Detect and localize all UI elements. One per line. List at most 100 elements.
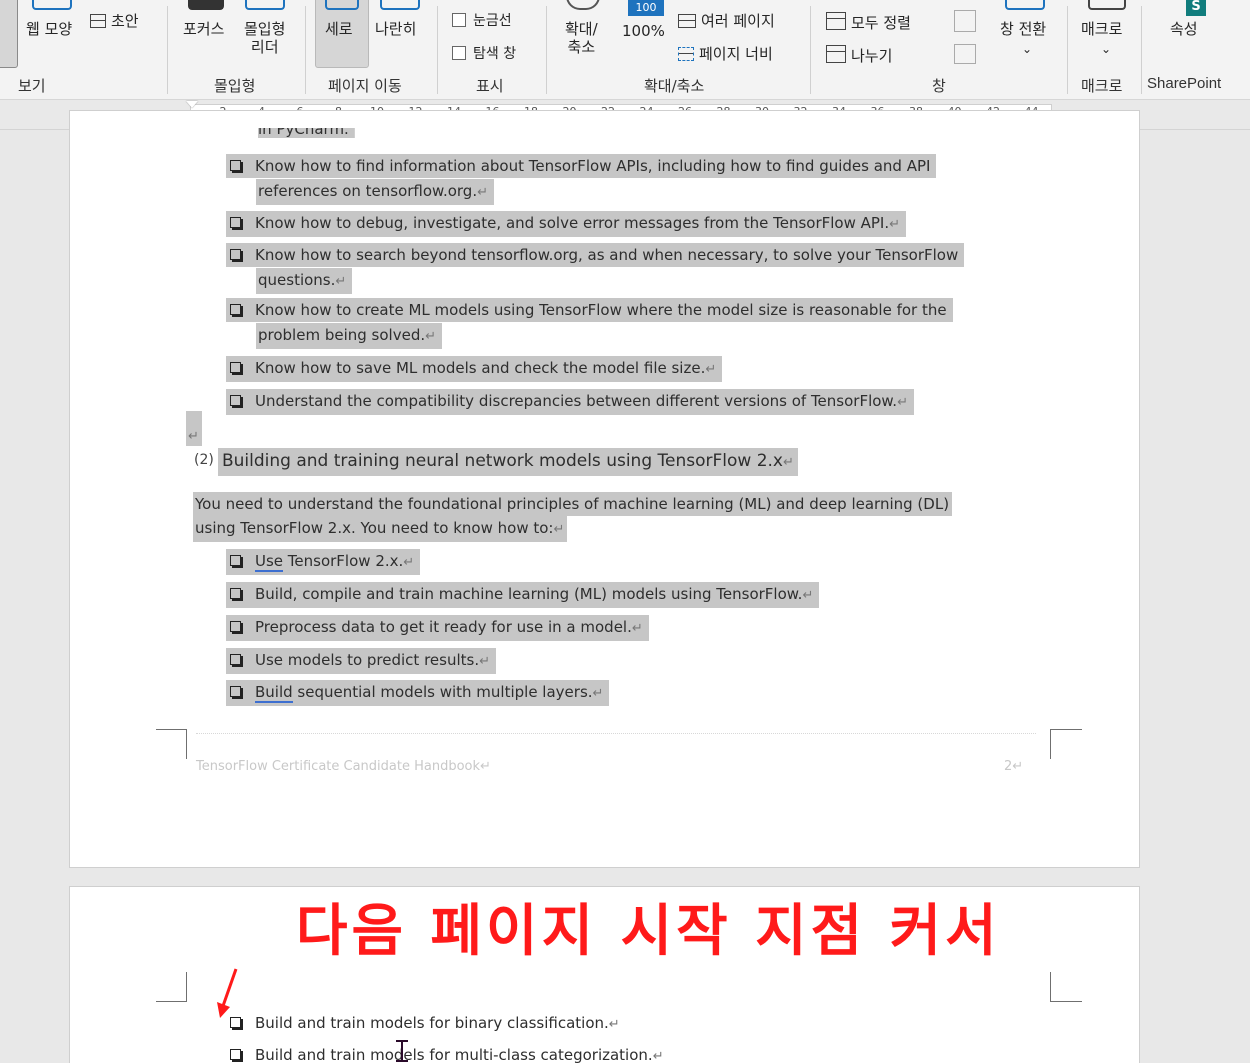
list-item-text: Understand the compatibility discrepanci… (255, 392, 898, 410)
hundred-percent-icon: 100 (628, 0, 664, 16)
window-group-label: 창 (932, 77, 946, 95)
intro-line-2: using TensorFlow 2.x. You need to know h… (193, 516, 568, 542)
text-cursor-icon-bottom (396, 1060, 408, 1062)
draft-icon (90, 14, 106, 28)
paragraph-mark: ↵ (631, 621, 643, 636)
list-item: Know how to find information about Tenso… (226, 154, 937, 178)
split-label: 나누기 (851, 47, 893, 65)
checkbox-bullet-icon (230, 160, 241, 171)
checkbox-bullet-icon (230, 555, 241, 566)
group-divider (167, 6, 168, 94)
checkbox-bullet-icon (230, 621, 241, 632)
crop-mark (156, 729, 187, 730)
paragraph-mark: ↵ (1012, 759, 1024, 774)
checkbox-bullet-icon (230, 304, 241, 315)
chevron-down-icon[interactable]: ⌄ (1022, 40, 1032, 58)
vertical-label: 세로 (325, 20, 353, 38)
hundred-percent-button[interactable]: 100% (622, 22, 665, 40)
list-item-text: Know how to debug, investigate, and solv… (255, 214, 890, 232)
crop-mark (156, 1001, 187, 1002)
paragraph-mark: ↵ (403, 555, 415, 570)
page-movement-group-label: 페이지 이동 (328, 77, 402, 95)
checkbox-bullet-icon (230, 249, 241, 260)
list-item: Build and train models for multi-class c… (226, 1043, 670, 1063)
side-by-side-button[interactable]: 나란히 (375, 20, 416, 38)
paragraph-mark: ↵ (897, 395, 908, 410)
paragraph-mark: ↵ (592, 686, 604, 701)
list-item-underlined-word: Build (255, 683, 293, 703)
paragraph-mark: ↵ (553, 522, 565, 537)
switch-windows-button[interactable]: 창 전환 (1000, 20, 1046, 38)
checkbox-bullet-icon (230, 362, 241, 373)
list-item-text: Know how to save ML models and check the… (255, 359, 706, 377)
navigation-pane-label: 탐색 창 (473, 46, 517, 62)
reset-window-position-icon[interactable] (954, 44, 976, 64)
zoom-button[interactable]: 확대/ 축소 (565, 20, 598, 56)
multiple-pages-label: 여러 페이지 (701, 12, 775, 30)
list-item-text: Know how to create ML models using Tenso… (255, 301, 947, 319)
list-item: Preprocess data to get it ready for use … (226, 615, 649, 641)
paragraph-mark: ↵ (652, 1049, 664, 1063)
page-width-icon (678, 47, 694, 61)
list-item: Know how to save ML models and check the… (226, 356, 723, 382)
list-item-continuation: references on tensorflow.org.↵ (256, 179, 494, 205)
intro-line-1: You need to understand the foundational … (193, 492, 953, 516)
group-divider (437, 6, 438, 94)
multiple-pages-button[interactable]: 여러 페이지 (678, 12, 775, 30)
footer-left-text: TensorFlow Certificate Candidate Handboo… (196, 759, 481, 774)
show-group-label: 표시 (476, 77, 504, 95)
gridlines-checkbox[interactable]: 눈금선 (452, 12, 512, 30)
crop-mark (1050, 729, 1082, 730)
arrange-all-button[interactable]: 모두 정렬 (826, 12, 911, 32)
list-item: Know how to debug, investigate, and solv… (226, 211, 907, 237)
vertical-icon (325, 0, 359, 10)
checkbox-bullet-icon (230, 654, 241, 665)
view-side-by-side-icon[interactable] (954, 10, 976, 32)
focus-button[interactable]: 포커스 (183, 20, 224, 38)
draft-button[interactable]: 초안 (90, 12, 139, 30)
macros-button[interactable]: 매크로 (1081, 20, 1122, 38)
footer-text[interactable]: TensorFlow Certificate Candidate Handboo… (196, 757, 491, 777)
crop-mark (1050, 972, 1051, 1002)
footer-rule (196, 733, 1036, 734)
split-button[interactable]: 나누기 (826, 45, 892, 65)
annotation-caption: 다음 페이지 시작 지점 커서 (296, 899, 1001, 964)
checkbox-icon (452, 13, 466, 27)
list-item: Build, compile and train machine learnin… (226, 582, 820, 608)
print-layout-button[interactable] (0, 0, 18, 68)
focus-icon (188, 0, 224, 10)
list-item-text: problem being solved. (258, 326, 426, 344)
switch-windows-icon (1005, 0, 1045, 10)
list-item-text: Preprocess data to get it ready for use … (255, 618, 632, 636)
chevron-down-icon[interactable]: ⌄ (1101, 40, 1111, 58)
intro-text-1: You need to understand the foundational … (195, 495, 950, 513)
footer-page-number: 2↵ (1004, 757, 1023, 777)
paragraph-mark: ↵ (889, 217, 901, 232)
group-divider (1141, 6, 1142, 94)
view-group-label: 보기 (18, 77, 46, 95)
page-width-button[interactable]: 페이지 너비 (678, 45, 773, 63)
paragraph-mark: ↵ (425, 329, 437, 344)
list-item: Understand the compatibility discrepanci… (226, 389, 914, 415)
first-line-indent-marker[interactable] (186, 101, 198, 108)
list-item-text: questions. (258, 271, 336, 289)
checkbox-icon (452, 46, 466, 60)
list-item-text: Know how to search beyond tensorflow.org… (255, 246, 959, 264)
paragraph-mark: ↵ (608, 1017, 620, 1032)
web-layout-button[interactable]: 웹 모양 (26, 20, 72, 38)
crop-mark (186, 729, 187, 759)
group-divider (810, 6, 811, 94)
heading-number: (2) (194, 452, 214, 468)
list-item-text: Know how to find information about Tenso… (255, 157, 931, 175)
immersive-reader-button[interactable]: 몰입형 리더 (244, 20, 285, 56)
navigation-pane-checkbox[interactable]: 탐색 창 (452, 45, 516, 63)
group-divider (546, 6, 547, 94)
section-heading: Building and training neural network mod… (218, 448, 798, 476)
properties-button[interactable]: 속성 (1170, 20, 1198, 38)
paragraph-mark: ↵ (782, 455, 794, 470)
list-item-continuation: questions.↵ (256, 268, 353, 294)
crop-mark (186, 972, 187, 1002)
heading-text: Building and training neural network mod… (222, 451, 783, 471)
list-item-text: references on tensorflow.org. (258, 182, 478, 200)
paragraph-mark: ↵ (705, 362, 717, 377)
